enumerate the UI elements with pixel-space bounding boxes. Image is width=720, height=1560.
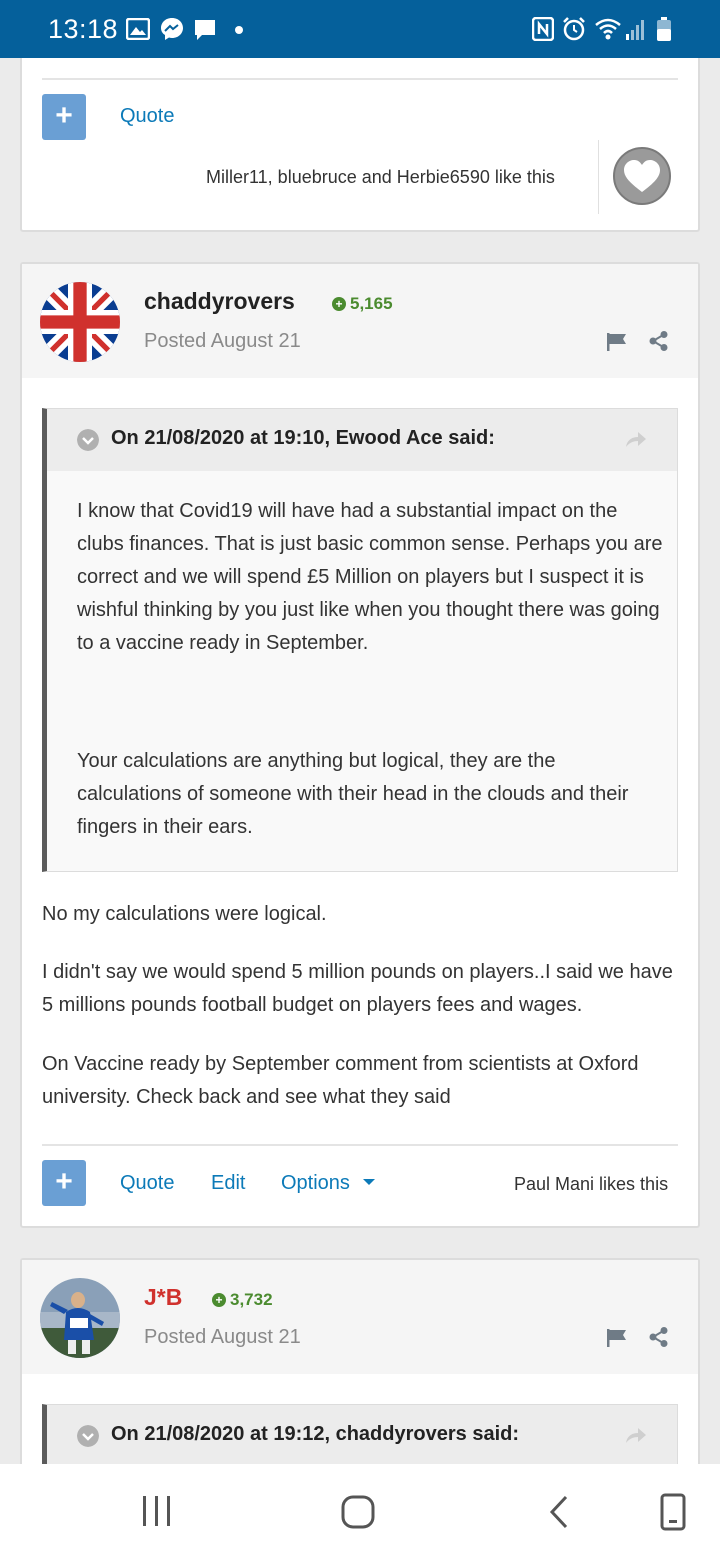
post-card: chaddyrovers +5,165 Posted August 21 On …	[20, 262, 700, 1228]
quote-citation: On 21/08/2020 at 19:10, Ewood Ace said:	[111, 427, 495, 449]
caret-down-icon	[362, 1179, 375, 1185]
wifi-icon	[595, 18, 621, 40]
quote-citation: On 21/08/2020 at 19:12, chaddyrovers sai…	[111, 1423, 519, 1445]
back-icon[interactable]	[546, 1494, 574, 1530]
chat-icon	[195, 20, 215, 40]
plus-circle-icon: +	[212, 1293, 226, 1307]
plus-circle-icon: +	[332, 297, 346, 311]
quote-paragraph: I know that Covid19 will have had a subs…	[77, 500, 663, 654]
options-menu[interactable]: Options	[281, 1172, 376, 1195]
quote-header[interactable]: On 21/08/2020 at 19:10, Ewood Ace said:	[47, 409, 677, 471]
quote-link[interactable]: Quote	[120, 1172, 174, 1195]
go-to-quote-icon[interactable]	[625, 1427, 647, 1445]
status-time: 13:18	[48, 14, 119, 44]
report-flag-icon[interactable]	[606, 332, 628, 352]
go-to-quote-icon[interactable]	[625, 431, 647, 449]
post-divider	[42, 1144, 678, 1146]
topic-feed[interactable]: + Quote Miller11, bluebruce and Herbie65…	[0, 58, 720, 1464]
home-icon[interactable]	[340, 1494, 376, 1530]
reputation-badge[interactable]: +3,732	[212, 1290, 273, 1310]
username[interactable]: chaddyrovers	[144, 288, 295, 315]
post-date[interactable]: Posted August 21	[144, 330, 301, 353]
multiquote-button[interactable]: +	[42, 94, 86, 140]
share-icon[interactable]	[648, 1326, 670, 1348]
post-paragraph: No my calculations were logical.	[42, 903, 327, 925]
avatar[interactable]	[40, 282, 120, 362]
likes-text[interactable]: Miller11, bluebruce and Herbie6590 like …	[206, 167, 555, 188]
dot-icon	[235, 26, 243, 34]
report-flag-icon[interactable]	[606, 1328, 628, 1348]
reputation-count: 3,732	[230, 1290, 273, 1309]
edit-link[interactable]: Edit	[211, 1172, 245, 1195]
messenger-icon	[161, 18, 183, 40]
quote-block: On 21/08/2020 at 19:10, Ewood Ace said: …	[42, 408, 678, 872]
screenshot-icon[interactable]	[656, 1492, 690, 1532]
post-date[interactable]: Posted August 21	[144, 1326, 301, 1349]
image-icon	[126, 18, 150, 40]
battery-icon	[657, 17, 671, 41]
like-separator	[598, 140, 599, 214]
quote-link[interactable]: Quote	[120, 105, 174, 128]
likes-text[interactable]: Paul Mani likes this	[514, 1174, 668, 1195]
share-icon[interactable]	[648, 330, 670, 352]
navigation-bar	[0, 1464, 720, 1560]
nfc-icon	[532, 17, 554, 41]
quote-header[interactable]: On 21/08/2020 at 19:12, chaddyrovers sai…	[47, 1405, 677, 1464]
previous-post-card: + Quote Miller11, bluebruce and Herbie65…	[20, 58, 700, 232]
recent-apps-icon[interactable]	[140, 1494, 174, 1528]
username[interactable]: J*B	[144, 1284, 182, 1311]
reputation-count: 5,165	[350, 294, 393, 313]
quote-block: On 21/08/2020 at 19:12, chaddyrovers sai…	[42, 1404, 678, 1464]
post-paragraph: I didn't say we would spend 5 million po…	[42, 961, 673, 1016]
alarm-icon	[563, 17, 585, 41]
post-header: chaddyrovers +5,165 Posted August 21	[22, 264, 698, 378]
options-label: Options	[281, 1172, 350, 1194]
chevron-down-icon[interactable]	[77, 1425, 99, 1447]
post-header: J*B +3,732 Posted August 21	[22, 1260, 698, 1374]
chevron-down-icon[interactable]	[77, 429, 99, 451]
like-heart-icon[interactable]	[612, 146, 672, 206]
reputation-badge[interactable]: +5,165	[332, 294, 393, 314]
signal-icon	[626, 20, 644, 40]
multiquote-button[interactable]: +	[42, 1160, 86, 1206]
quote-paragraph: Your calculations are anything but logic…	[77, 750, 629, 838]
avatar[interactable]	[40, 1278, 120, 1358]
post-card: J*B +3,732 Posted August 21 On 21/08/202…	[20, 1258, 700, 1464]
status-bar: 13:18	[0, 0, 720, 58]
post-divider	[42, 78, 678, 80]
post-paragraph: On Vaccine ready by September comment fr…	[42, 1053, 639, 1108]
